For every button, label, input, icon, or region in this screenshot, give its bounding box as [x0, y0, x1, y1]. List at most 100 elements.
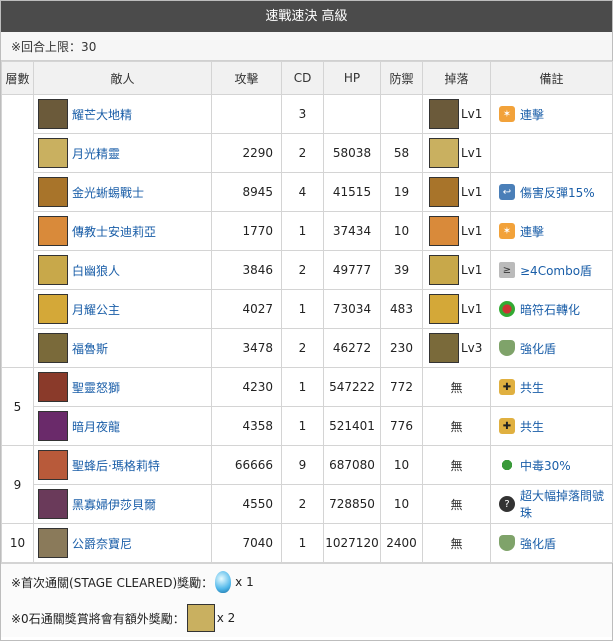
defense-value: 483 [380, 289, 423, 329]
enemy-portrait-icon[interactable] [38, 372, 68, 402]
note-label[interactable]: 共生 [520, 379, 544, 396]
note-cell: ✚ 共生 [490, 367, 613, 407]
combo-icon: ✶ [499, 106, 515, 122]
cd-value: 1 [281, 367, 324, 407]
defense-value: 2400 [380, 523, 423, 563]
stage-panel: 速戰速決 高級 ※回合上限：30 層數 敵人 攻擊 CD HP 防禦 掉落 備註… [0, 0, 613, 641]
table-row: 月耀公主 4027 1 73034 483 Lv1 暗符石轉化 [2, 289, 613, 329]
enemy-portrait-icon[interactable] [38, 99, 68, 129]
drop-card-icon[interactable] [429, 255, 459, 285]
enemy-portrait-icon[interactable] [38, 333, 68, 363]
note-cell: 強化盾 [490, 328, 613, 368]
enemy-name[interactable]: 聖蜂后·瑪格莉特 [72, 457, 160, 474]
note-label[interactable]: 共生 [520, 418, 544, 435]
enemy-portrait-icon[interactable] [38, 411, 68, 441]
drop-card-icon[interactable] [429, 294, 459, 324]
enemy-portrait-icon[interactable] [38, 138, 68, 168]
first-clear-reward: ※首次通關(STAGE CLEARED)獎勵： x 1 [1, 564, 612, 600]
hp-value: 521401 [323, 406, 381, 446]
question-orb-icon: ? [499, 496, 515, 512]
enemy-portrait-icon[interactable] [38, 177, 68, 207]
enemy-name[interactable]: 聖靈怒獅 [72, 379, 120, 396]
note-label[interactable]: 連擊 [520, 106, 544, 123]
table-row: 暗月夜龍 4358 1 521401 776 無 ✚ 共生 [2, 406, 613, 446]
drop-card-icon[interactable] [429, 99, 459, 129]
note-label[interactable]: 強化盾 [520, 340, 556, 357]
enemy-name[interactable]: 公爵奈寶尼 [72, 535, 132, 552]
drop-card-icon[interactable] [429, 333, 459, 363]
table-row: 福魯斯 3478 2 46272 230 Lv3 強化盾 [2, 328, 613, 368]
attack-value: 4358 [211, 406, 282, 446]
enemy-cell: 耀芒大地精 [33, 94, 212, 134]
enemy-cell: 白幽狼人 [33, 250, 212, 290]
col-notes: 備註 [490, 61, 613, 95]
cd-value: 1 [281, 211, 324, 251]
defense-value: 772 [380, 367, 423, 407]
note-label[interactable]: 強化盾 [520, 535, 556, 552]
cd-value: 3 [281, 94, 324, 134]
enemy-name[interactable]: 耀芒大地精 [72, 106, 132, 123]
note-label[interactable]: 超大幅掉落問號珠 [520, 487, 612, 521]
note-label[interactable]: ≥4Combo盾 [520, 262, 592, 279]
cd-value: 9 [281, 445, 324, 485]
cd-value: 1 [281, 289, 324, 329]
attack-value: 66666 [211, 445, 282, 485]
poison-icon [499, 457, 515, 473]
hp-value: 728850 [323, 484, 381, 524]
enemy-name[interactable]: 福魯斯 [72, 340, 108, 357]
enemy-name[interactable]: 黑寡婦伊莎貝爾 [72, 496, 156, 513]
enemy-name[interactable]: 金光蜥蜴戰士 [72, 184, 144, 201]
enemy-cell: 月耀公主 [33, 289, 212, 329]
drop-level: Lv1 [461, 302, 483, 316]
enemy-name[interactable]: 暗月夜龍 [72, 418, 120, 435]
cd-value: 2 [281, 328, 324, 368]
enemy-name[interactable]: 傳教士安迪莉亞 [72, 223, 156, 240]
table-header-row: 層數 敵人 攻擊 CD HP 防禦 掉落 備註 [1, 61, 613, 95]
hp-value: 46272 [323, 328, 381, 368]
drop-card-icon[interactable] [429, 216, 459, 246]
drop-card-icon[interactable] [429, 138, 459, 168]
drop-level: Lv1 [461, 146, 483, 160]
hp-value: 1027120 [323, 523, 381, 563]
cd-value: 4 [281, 172, 324, 212]
note-label[interactable]: 連擊 [520, 223, 544, 240]
combo-shield-icon: ≥ [499, 262, 515, 278]
col-attack: 攻擊 [211, 61, 282, 95]
drop-cell: Lv1 [422, 133, 491, 173]
enemy-portrait-icon[interactable] [38, 255, 68, 285]
note-label[interactable]: 傷害反彈15% [520, 184, 595, 201]
drop-cell: 無 [422, 406, 491, 446]
diamond-icon [215, 571, 232, 593]
enemy-name[interactable]: 月光精靈 [72, 145, 120, 162]
rune-convert-icon [499, 301, 515, 317]
enemy-name[interactable]: 白幽狼人 [72, 262, 120, 279]
enemy-portrait-icon[interactable] [38, 489, 68, 519]
note-label[interactable]: 暗符石轉化 [520, 301, 580, 318]
enemy-cell: 福魯斯 [33, 328, 212, 368]
drop-level: Lv1 [461, 224, 483, 238]
note-cell: 暗符石轉化 [490, 289, 613, 329]
table-row: 月光精靈 2290 2 58038 58 Lv1 [2, 133, 613, 173]
enemy-portrait-icon[interactable] [38, 528, 68, 558]
first-clear-label: ※首次通關(STAGE CLEARED)獎勵： [11, 575, 214, 590]
hp-value [323, 94, 381, 134]
enemy-portrait-icon[interactable] [38, 450, 68, 480]
note-label[interactable]: 中毒30% [520, 457, 571, 474]
drop-cell: 無 [422, 523, 491, 563]
enemy-portrait-icon[interactable] [38, 294, 68, 324]
enemy-cell: 金光蜥蜴戰士 [33, 172, 212, 212]
drop-level: Lv1 [461, 185, 483, 199]
enemy-portrait-icon[interactable] [38, 216, 68, 246]
hp-value: 547222 [323, 367, 381, 407]
floor-cell: 5 [1, 367, 34, 446]
drop-card-icon[interactable] [429, 177, 459, 207]
enemy-cell: 月光精靈 [33, 133, 212, 173]
drop-cell: 無 [422, 367, 491, 407]
enemy-cell: 黑寡婦伊莎貝爾 [33, 484, 212, 524]
drop-none: 無 [450, 419, 463, 434]
enemy-name[interactable]: 月耀公主 [72, 301, 120, 318]
floor-cell: 9 [1, 445, 34, 524]
cd-value: 1 [281, 523, 324, 563]
enemy-cell: 暗月夜龍 [33, 406, 212, 446]
hp-value: 49777 [323, 250, 381, 290]
